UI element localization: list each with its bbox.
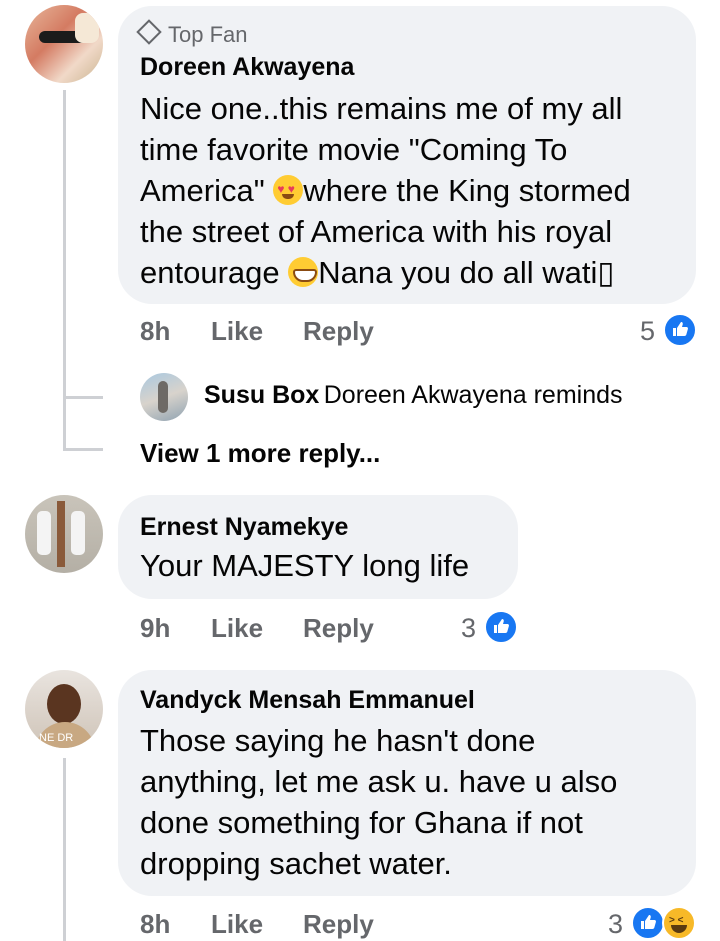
comment-bubble-doreen[interactable]: Top Fan Doreen Akwayena Nice one..this r…	[118, 6, 696, 304]
comment-author[interactable]: Doreen Akwayena	[140, 53, 354, 82]
like-button[interactable]: Like	[211, 909, 263, 940]
reaction-count[interactable]: 3	[608, 909, 623, 940]
comment-line: time favorite movie "Coming To	[140, 132, 568, 167]
comment-text: Your MAJESTY long life	[140, 548, 470, 583]
top-fan-text: Top Fan	[168, 22, 248, 47]
avatar-doreen[interactable]	[25, 5, 103, 83]
thread-branch-2	[63, 448, 103, 451]
comment-line: Those saying he hasn't done	[140, 723, 536, 758]
comment-text: Those saying he hasn't done anything, le…	[140, 720, 690, 884]
avatar-susu-box[interactable]	[140, 373, 188, 421]
comment-segment: entourage	[140, 255, 280, 290]
reply-button[interactable]: Reply	[303, 909, 374, 940]
comment-time: 9h	[140, 613, 171, 643]
thumbs-up-icon[interactable]	[484, 610, 518, 644]
view-more-replies[interactable]: View 1 more reply...	[140, 438, 380, 469]
comment-time: 8h	[140, 316, 171, 346]
comment-segment: America"	[140, 173, 265, 208]
like-button[interactable]: Like	[211, 613, 263, 644]
heart-eyes-emoji: ♥ ♥	[273, 175, 304, 205]
grinning-emoji	[288, 257, 319, 287]
reply-author[interactable]: Susu Box	[204, 381, 319, 409]
thumbs-up-icon[interactable]	[631, 906, 665, 940]
comment-line: done something for Ghana if not	[140, 805, 583, 840]
reply-preview[interactable]: Susu Box Doreen Akwayena reminds	[204, 381, 623, 410]
comment-bubble-vandyck[interactable]: Vandyck Mensah Emmanuel Those saying he …	[118, 670, 696, 896]
comment-line: Nice one..this remains me of my all	[140, 91, 623, 126]
comment-line: entourage Nana you do all wati▯	[140, 252, 690, 293]
top-fan-label: Top Fan	[136, 19, 248, 48]
comment-text: Nice one..this remains me of my all time…	[140, 88, 690, 293]
like-button[interactable]: Like	[211, 316, 263, 347]
comment-line: the street of America with his royal	[140, 214, 613, 249]
diamond-badge-icon	[136, 19, 162, 45]
reaction-count[interactable]: 5	[640, 316, 655, 347]
comment-line: America" ♥ ♥ where the King stormed	[140, 170, 690, 211]
reply-snippet: Doreen Akwayena reminds	[323, 381, 623, 409]
comment-segment: Nana you do all wati▯	[318, 255, 615, 290]
comment-bubble-ernest[interactable]: Ernest Nyamekye Your MAJESTY long life	[118, 495, 518, 599]
comment-line: anything, let me ask u. have u also	[140, 764, 618, 799]
avatar-vandyck[interactable]: NE DR	[25, 670, 103, 748]
comment-author[interactable]: Vandyck Mensah Emmanuel	[140, 686, 475, 715]
thumbs-up-icon[interactable]	[663, 313, 697, 347]
comment-line: dropping sachet water.	[140, 846, 452, 881]
comment-author[interactable]: Ernest Nyamekye	[140, 513, 348, 542]
laughing-face-icon[interactable]: > <	[662, 906, 696, 940]
reply-button[interactable]: Reply	[303, 316, 374, 347]
thread-line	[63, 758, 66, 941]
reaction-count[interactable]: 3	[461, 613, 476, 644]
comment-segment: where the King stormed	[303, 173, 631, 208]
avatar-overlay-text: NE DR	[39, 732, 74, 744]
thread-branch-1	[63, 396, 103, 399]
comment-time: 8h	[140, 909, 171, 939]
reply-button[interactable]: Reply	[303, 613, 374, 644]
avatar-ernest[interactable]	[25, 495, 103, 573]
